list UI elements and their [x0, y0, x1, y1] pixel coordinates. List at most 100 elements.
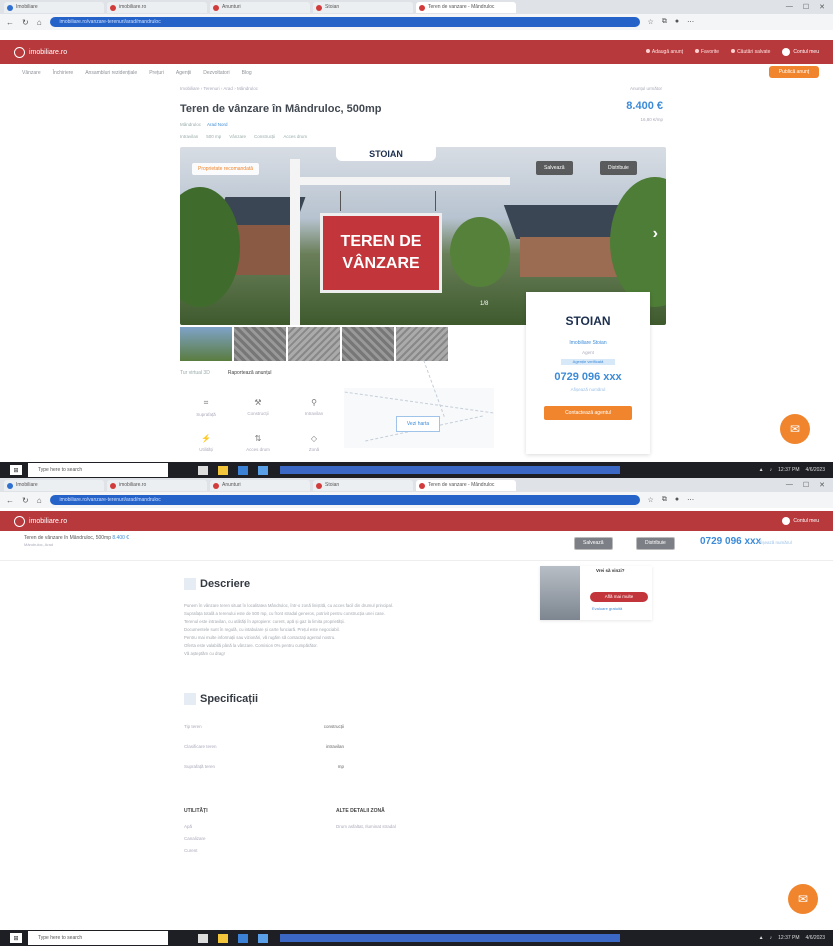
browser-tab[interactable]: Anunturi [210, 1, 310, 13]
profile-icon[interactable]: ● [675, 18, 679, 26]
browser-app-icon[interactable] [238, 933, 248, 943]
taskbar-search-input[interactable]: Type here to search [28, 931, 168, 945]
clock-time[interactable]: 12:37 PM [778, 935, 799, 941]
description-text: Punem în vânzare teren situat în localit… [184, 603, 393, 656]
home-icon[interactable]: ⌂ [37, 18, 42, 27]
network-icon[interactable]: ▲ [759, 935, 764, 941]
windows-start-icon[interactable]: ⊞ [10, 465, 22, 475]
site-logo[interactable]: imobiliare.ro [14, 515, 67, 527]
back-icon[interactable]: ← [6, 18, 14, 27]
next-listing-link[interactable]: Anunțul următor [630, 86, 662, 91]
subnav-item[interactable]: Vânzare [22, 70, 41, 76]
thumbnail[interactable] [396, 327, 448, 361]
save-button[interactable]: Salvează [574, 537, 613, 550]
home-icon[interactable]: ⌂ [37, 496, 42, 505]
clock-time[interactable]: 12:37 PM [778, 467, 799, 473]
star-icon[interactable]: ☆ [648, 496, 654, 504]
subnav-item[interactable]: Prețuri [149, 70, 164, 76]
chevron-right-icon[interactable]: › [653, 225, 658, 243]
account-menu[interactable]: Contul meu [782, 48, 819, 56]
volume-icon[interactable]: ♪ [770, 467, 773, 473]
clock-date[interactable]: 4/6/2023 [806, 467, 825, 473]
window-controls: — ☐ ✕ [786, 3, 833, 11]
mail-app-icon[interactable] [258, 933, 268, 943]
feature-item: ⇅ Acces drum [238, 434, 278, 452]
location-tag[interactable]: Arad Nord [207, 122, 228, 127]
url-field[interactable]: imobiliare.ro/vanzare-terenuri/arad/mand… [49, 17, 640, 27]
map-preview[interactable]: Vezi harta [344, 360, 494, 448]
profile-icon[interactable]: ● [675, 496, 679, 504]
thumbnail[interactable] [234, 327, 286, 361]
subnav-item[interactable]: Blog [242, 70, 252, 76]
url-field[interactable]: imobiliare.ro/vanzare-terenuri/arad/mand… [49, 495, 640, 505]
show-phone-link[interactable]: Afișează numărul [526, 387, 650, 392]
windows-start-icon[interactable]: ⊞ [10, 933, 22, 943]
extension-icon[interactable]: ⧉ [662, 496, 667, 504]
subnav-item[interactable]: Agenții [176, 70, 191, 76]
menu-icon[interactable]: ⋯ [687, 496, 694, 504]
agent-name[interactable]: Imobiliare Stoian [526, 340, 650, 346]
browser-tab[interactable]: Imobiliare [4, 479, 104, 491]
thumbnail[interactable] [288, 327, 340, 361]
subnav-item[interactable]: Ansambluri rezidențiale [85, 70, 137, 76]
report-listing-link[interactable]: Raportează anunțul [228, 370, 272, 376]
browser-app-icon[interactable] [238, 465, 248, 475]
menu-icon[interactable]: ⋯ [687, 18, 694, 26]
promo-button[interactable]: Află mai multe [590, 592, 648, 602]
browser-tab[interactable]: imobiliare.ro [107, 1, 207, 13]
virtual-tour-link[interactable]: Tur virtual 3D [180, 370, 210, 376]
extension-icon[interactable]: ⧉ [662, 18, 667, 26]
thumbnail[interactable] [342, 327, 394, 361]
account-menu[interactable]: Contul meu [782, 517, 819, 525]
save-button[interactable]: Salvează [536, 161, 573, 175]
browser-tab[interactable]: Imobiliare [4, 1, 104, 13]
close-icon[interactable]: ✕ [819, 481, 825, 489]
browser-tab[interactable]: imobiliare.ro [107, 479, 207, 491]
site-logo[interactable]: imobiliare.ro [14, 46, 67, 58]
maximize-icon[interactable]: ☐ [803, 3, 809, 11]
browser-tab-active[interactable]: Teren de vanzare - Mândruloc [416, 1, 516, 13]
view-map-button[interactable]: Vezi harta [396, 416, 440, 432]
show-phone-link[interactable]: Afișează numărul [757, 540, 792, 545]
taskbar-active-window[interactable] [280, 934, 620, 942]
taskbar-search-input[interactable]: Type here to search [28, 463, 168, 477]
file-explorer-icon[interactable] [218, 933, 228, 943]
file-explorer-icon[interactable] [218, 465, 228, 475]
subnav-item[interactable]: Închiriere [53, 70, 74, 76]
mail-app-icon[interactable] [258, 465, 268, 475]
tab-favicon-icon [419, 4, 425, 11]
close-icon[interactable]: ✕ [819, 3, 825, 11]
contact-agent-button[interactable]: Contactează agentul [544, 406, 632, 420]
header-link[interactable]: Favorite [695, 49, 719, 55]
task-view-icon[interactable] [198, 933, 208, 943]
breadcrumb[interactable]: Imobiliare › Terenuri › Arad › Mândruloc [180, 86, 258, 91]
browser-tab[interactable]: Stoian [313, 1, 413, 13]
task-view-icon[interactable] [198, 465, 208, 475]
maximize-icon[interactable]: ☐ [803, 481, 809, 489]
share-button[interactable]: Distribuie [636, 537, 675, 550]
chat-bubble-icon[interactable]: ✉ [788, 884, 818, 914]
agent-phone[interactable]: 0729 096 xxx [526, 371, 650, 383]
back-icon[interactable]: ← [6, 496, 14, 505]
sticky-phone[interactable]: 0729 096 xxx [700, 536, 761, 547]
reload-icon[interactable]: ↻ [22, 496, 29, 505]
browser-tab[interactable]: Stoian [313, 479, 413, 491]
volume-icon[interactable]: ♪ [770, 935, 773, 941]
header-link[interactable]: Adaugă anunț [645, 49, 683, 55]
star-icon[interactable]: ☆ [648, 18, 654, 26]
subnav-item[interactable]: Dezvoltatori [203, 70, 229, 76]
sticky-title: Teren de vânzare în Mândruloc, 500mp 8.4… [24, 535, 130, 541]
minimize-icon[interactable]: — [786, 481, 793, 489]
browser-tab[interactable]: Anunturi [210, 479, 310, 491]
header-link[interactable]: Căutări salvate [731, 49, 770, 55]
network-icon[interactable]: ▲ [759, 467, 764, 473]
chat-bubble-icon[interactable]: ✉ [780, 414, 810, 444]
reload-icon[interactable]: ↻ [22, 18, 29, 27]
share-button[interactable]: Distribuie [600, 161, 637, 175]
post-listing-button[interactable]: Publică anunț [769, 66, 819, 78]
thumbnail[interactable] [180, 327, 232, 361]
clock-date[interactable]: 4/6/2023 [806, 935, 825, 941]
minimize-icon[interactable]: — [786, 3, 793, 11]
taskbar-active-window[interactable] [280, 466, 620, 474]
browser-tab-active[interactable]: Teren de vanzare - Mândruloc [416, 479, 516, 491]
